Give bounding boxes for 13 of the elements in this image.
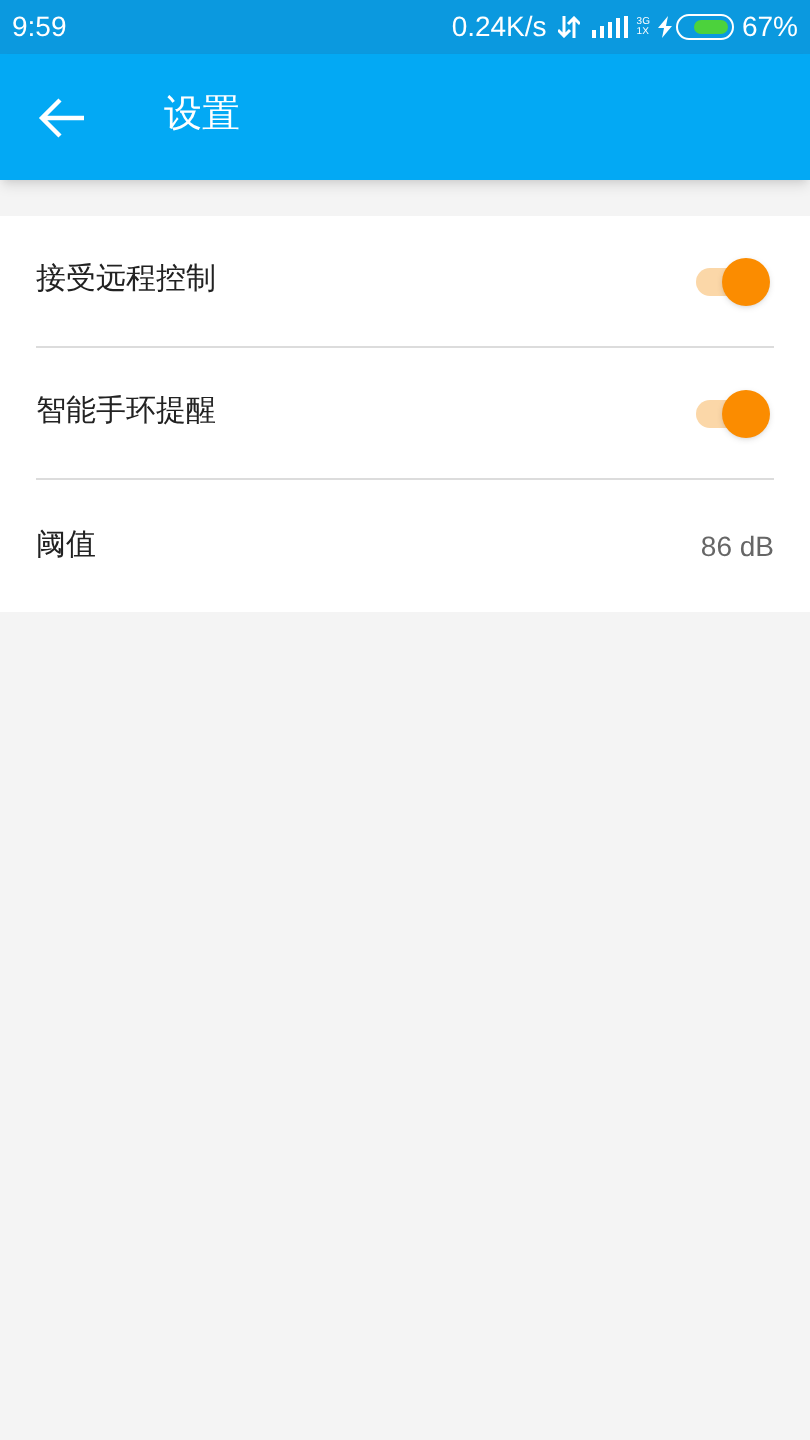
status-time: 9:59 <box>12 8 67 46</box>
setting-label: 阈值 <box>36 525 98 566</box>
data-arrows-icon <box>558 16 581 38</box>
charging-icon <box>657 16 672 38</box>
setting-label: 接受远程控制 <box>36 260 218 301</box>
signal-icon <box>592 16 633 38</box>
battery-icon <box>675 14 736 40</box>
network-speed: 0.24K/s <box>451 8 547 46</box>
setting-label: 智能手环提醒 <box>36 392 218 433</box>
setting-value: 86 dB <box>700 527 774 565</box>
battery-percent: 67% <box>741 8 798 46</box>
screen-title: 设置 <box>164 92 240 141</box>
back-arrow-icon <box>38 97 86 137</box>
